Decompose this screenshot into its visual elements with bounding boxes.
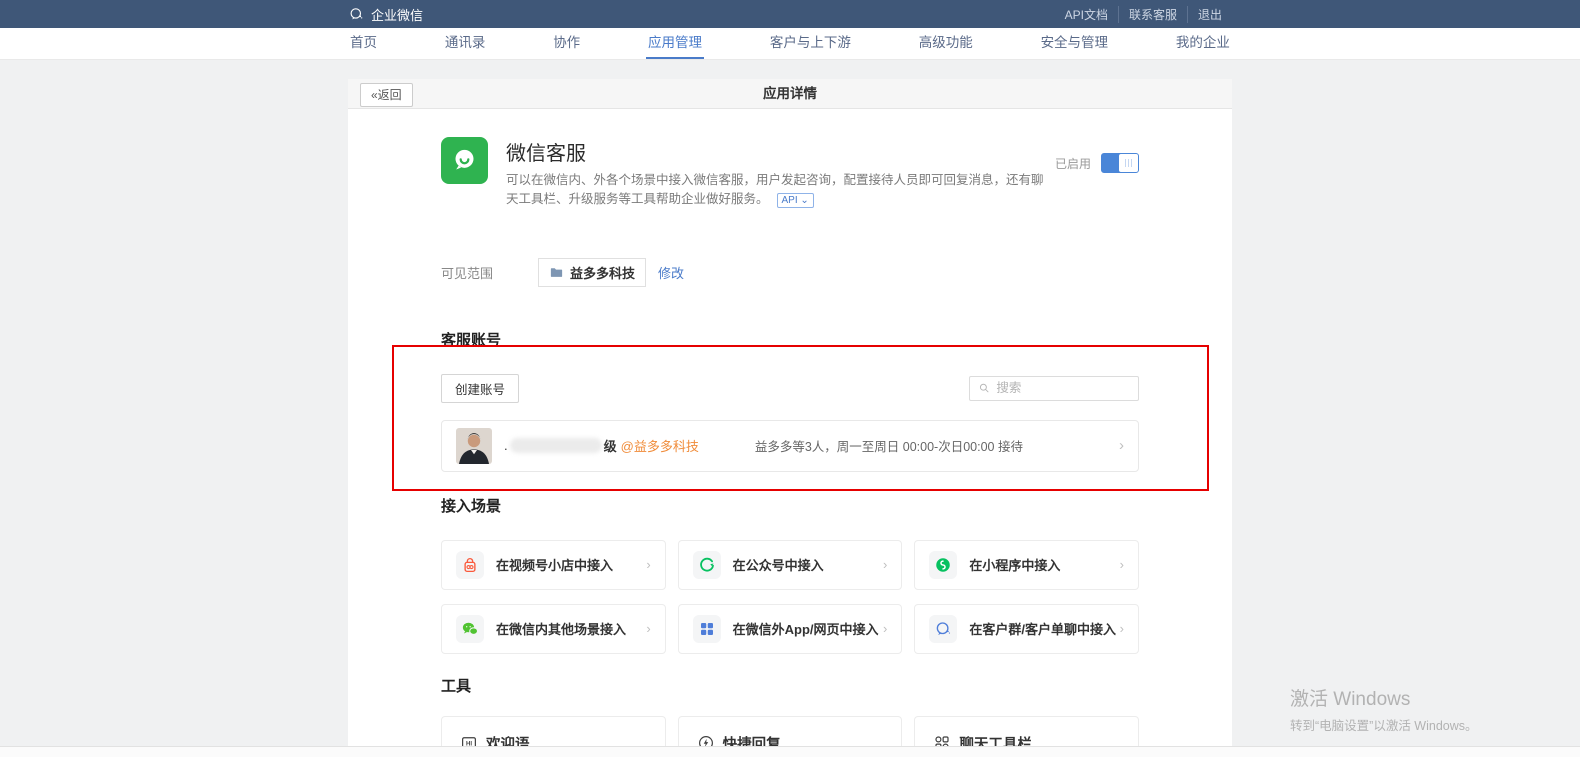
chevron-right-icon: ›	[883, 622, 887, 635]
scene-label: 在小程序中接入	[969, 555, 1060, 574]
app-description: 可以在微信内、外各个场景中接入微信客服，用户发起咨询，配置接待人员即可回复消息，…	[506, 171, 1051, 210]
visibility-org-tag: 益多多科技	[538, 258, 646, 287]
scene-label: 在客户群/客户单聊中接入	[969, 619, 1116, 638]
account-name-suffix: 级	[604, 436, 617, 455]
tab-collaboration[interactable]: 协作	[551, 28, 582, 59]
tab-app-management[interactable]: 应用管理	[646, 28, 704, 59]
account-name-redacted	[510, 438, 602, 453]
external-app-grid-icon	[693, 615, 721, 643]
brand-text: 企业微信	[371, 5, 423, 24]
topbar: 企业微信 API文档 联系客服 退出	[0, 0, 1580, 28]
miniprogram-icon	[929, 551, 957, 579]
visibility-label: 可见范围	[441, 263, 538, 282]
app-enabled-toggle[interactable]	[1101, 153, 1139, 173]
api-dropdown-badge[interactable]: API ⌄	[777, 193, 814, 208]
chevron-right-icon: ›	[646, 622, 650, 635]
create-account-button[interactable]: 创建账号	[441, 374, 519, 403]
page-title: 应用详情	[348, 79, 1232, 109]
wechat-customer-service-app-icon	[441, 137, 488, 184]
app-detail-card: «返回 应用详情 微信客服 可以在微信内、外各个场景中接入微信客服，用户发起咨询…	[348, 79, 1232, 757]
wechat-icon	[456, 615, 484, 643]
tab-contacts[interactable]: 通讯录	[443, 28, 488, 59]
account-search-input[interactable]	[996, 381, 1130, 395]
chevron-right-icon: ›	[1120, 622, 1124, 635]
account-search-box[interactable]	[969, 376, 1139, 401]
topbar-link-api-docs[interactable]: API文档	[1055, 6, 1118, 23]
chevron-down-icon: ⌄	[800, 195, 808, 206]
visibility-org-name: 益多多科技	[570, 263, 635, 282]
folder-icon	[549, 265, 564, 280]
app-header: 微信客服 可以在微信内、外各个场景中接入微信客服，用户发起咨询，配置接待人员即可…	[441, 109, 1139, 210]
chevron-right-icon: ›	[646, 558, 650, 571]
chevron-right-icon: ›	[1119, 438, 1124, 453]
account-name-prefix: .	[504, 438, 508, 453]
tab-security[interactable]: 安全与管理	[1039, 28, 1111, 59]
tab-my-company[interactable]: 我的企业	[1174, 28, 1232, 59]
scene-label: 在视频号小店中接入	[496, 555, 613, 574]
official-account-icon	[693, 551, 721, 579]
scene-label: 在微信内其他场景接入	[496, 619, 626, 638]
section-title-scenes: 接入场景	[441, 495, 1139, 516]
chevron-right-icon: ›	[1120, 558, 1124, 571]
back-button[interactable]: «返回	[360, 83, 413, 107]
scene-card-channels-shop[interactable]: 在视频号小店中接入 ›	[441, 540, 666, 590]
tab-home[interactable]: 首页	[348, 28, 379, 59]
scene-label: 在微信外App/网页中接入	[733, 619, 879, 638]
scene-card-customer-chat[interactable]: 在客户群/客户单聊中接入 ›	[914, 604, 1139, 654]
chevron-right-icon: ›	[883, 558, 887, 571]
scene-card-miniprogram[interactable]: 在小程序中接入 ›	[914, 540, 1139, 590]
account-avatar	[456, 428, 492, 464]
card-header: «返回 应用详情	[348, 79, 1232, 109]
watermark-line2: 转到“电脑设置”以激活 Windows。	[1290, 715, 1478, 734]
scene-card-wechat-other[interactable]: 在微信内其他场景接入 ›	[441, 604, 666, 654]
account-mention: @益多多科技	[621, 436, 699, 455]
app-description-text: 可以在微信内、外各个场景中接入微信客服，用户发起咨询，配置接待人员即可回复消息，…	[506, 173, 1044, 206]
section-title-accounts: 客服账号	[441, 329, 1139, 350]
visibility-row: 可见范围 益多多科技 修改	[441, 258, 1139, 287]
account-row[interactable]: . 级 @益多多科技 益多多等3人，周一至周日 00:00-次日00:00 接待…	[441, 420, 1139, 472]
topbar-link-logout[interactable]: 退出	[1187, 6, 1232, 23]
scene-card-official-account[interactable]: 在公众号中接入 ›	[678, 540, 903, 590]
app-name: 微信客服	[506, 137, 1051, 166]
modify-visibility-link[interactable]: 修改	[658, 263, 684, 282]
tab-advanced[interactable]: 高级功能	[917, 28, 975, 59]
tab-customers[interactable]: 客户与上下游	[768, 28, 853, 59]
toggle-knob	[1119, 154, 1138, 172]
windows-activation-watermark: 激活 Windows 转到“电脑设置”以激活 Windows。	[1290, 684, 1478, 734]
scene-grid: 在视频号小店中接入 › 在公众号中接入 ›	[441, 540, 1139, 654]
watermark-line1: 激活 Windows	[1290, 684, 1478, 711]
scene-card-external-app[interactable]: 在微信外App/网页中接入 ›	[678, 604, 903, 654]
channels-shop-icon	[456, 551, 484, 579]
scene-label: 在公众号中接入	[733, 555, 824, 574]
section-title-tools: 工具	[441, 675, 1139, 696]
topbar-link-contact-support[interactable]: 联系客服	[1118, 6, 1187, 23]
enabled-status-label: 已启用	[1055, 155, 1091, 172]
page-background: «返回 应用详情 微信客服 可以在微信内、外各个场景中接入微信客服，用户发起咨询…	[0, 60, 1580, 757]
wecom-logo: 企业微信	[348, 5, 423, 24]
search-icon	[978, 381, 990, 395]
customer-chat-icon	[929, 615, 957, 643]
wecom-logo-icon	[348, 6, 365, 23]
horizontal-scrollbar-track[interactable]	[0, 746, 1580, 757]
account-name: . 级 @益多多科技	[504, 436, 699, 455]
main-nav: 首页 通讯录 协作 应用管理 客户与上下游 高级功能 安全与管理 我的企业	[0, 28, 1580, 60]
account-detail: 益多多等3人，周一至周日 00:00-次日00:00 接待	[755, 436, 1023, 455]
accounts-toolbar: 创建账号	[441, 374, 1139, 403]
api-label: API	[782, 195, 798, 206]
